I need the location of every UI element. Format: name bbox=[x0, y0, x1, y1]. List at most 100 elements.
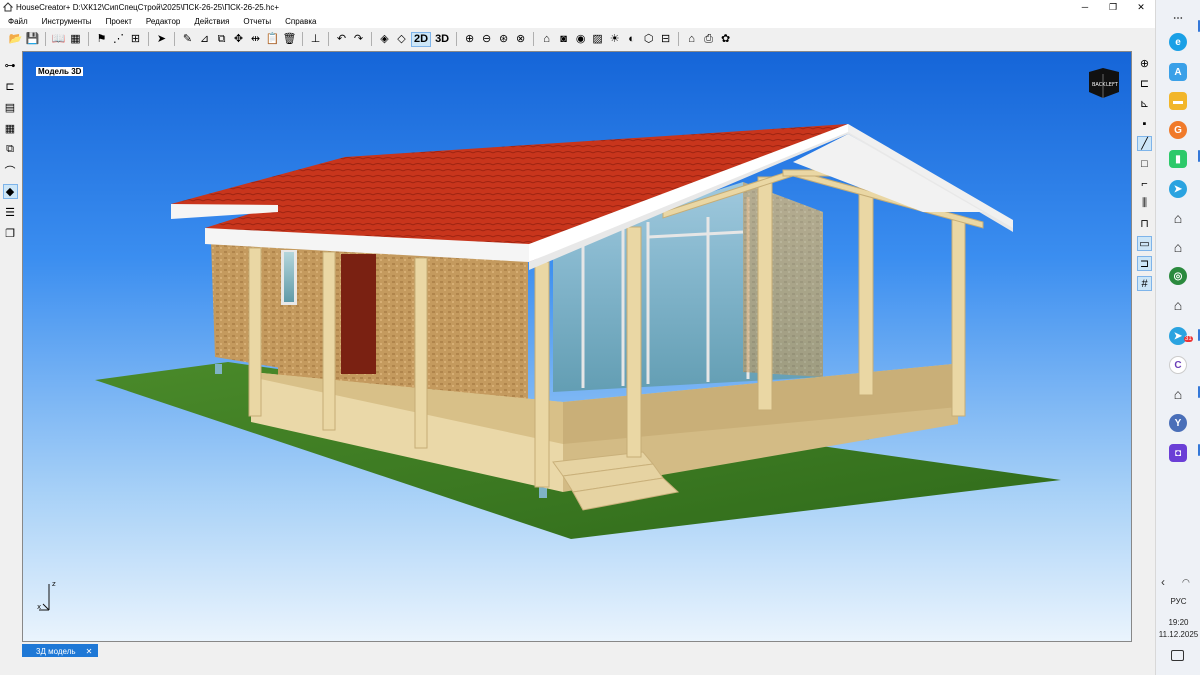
undo-icon[interactable]: ↶ bbox=[334, 32, 349, 47]
navigation-cube[interactable]: BACK LEFT bbox=[1087, 66, 1121, 102]
menu-tools[interactable]: Инструменты bbox=[42, 17, 92, 26]
zoom-in-icon[interactable]: ⊕ bbox=[462, 32, 477, 47]
flag-icon[interactable]: ⚑ bbox=[94, 32, 109, 47]
edge-browser-icon[interactable]: e bbox=[1169, 33, 1187, 51]
axis-x-label: x bbox=[37, 603, 41, 611]
open-folder-icon[interactable]: 📂 bbox=[8, 32, 23, 47]
sync-icon[interactable]: ◎ bbox=[1169, 267, 1187, 285]
roof-curve-icon[interactable]: ⌒ bbox=[3, 163, 18, 178]
menu-file[interactable]: Файл bbox=[8, 17, 28, 26]
step-icon[interactable]: ⌐ bbox=[1137, 176, 1152, 191]
line-icon[interactable]: ╱ bbox=[1137, 136, 1152, 151]
windows-stack-icon[interactable]: ❐ bbox=[3, 226, 18, 241]
save-icon[interactable]: 💾 bbox=[25, 32, 40, 47]
housecreator-taskbar-icon[interactable]: ⌂ bbox=[1169, 209, 1187, 227]
pointer-icon[interactable]: ➤ bbox=[154, 32, 169, 47]
wall-icon[interactable]: ▤ bbox=[3, 100, 18, 115]
pencil-icon[interactable]: ✎ bbox=[180, 32, 195, 47]
azure-icon[interactable]: A bbox=[1169, 63, 1187, 81]
menu-reports[interactable]: Отчеты bbox=[243, 17, 271, 26]
delete-icon[interactable]: 🗑 bbox=[282, 32, 297, 47]
corner-frame-icon[interactable]: ⊐ bbox=[1137, 256, 1152, 271]
pipes-icon[interactable]: ⊓ bbox=[1137, 216, 1152, 231]
ortho-icon[interactable]: ⊾ bbox=[1137, 96, 1152, 111]
clock-time[interactable]: 19:20 bbox=[1156, 618, 1200, 627]
maximize-button[interactable]: ❐ bbox=[1099, 0, 1127, 14]
mode-3d-button[interactable]: 3D bbox=[433, 32, 451, 47]
home-icon[interactable]: ⌂ bbox=[684, 32, 699, 47]
snap-icon[interactable]: ⊕ bbox=[1137, 56, 1152, 71]
point-icon[interactable]: ▪ bbox=[1137, 116, 1152, 131]
square-icon[interactable]: □ bbox=[1137, 156, 1152, 171]
app-window: HouseCreator+ D:\ХК12\СипСпецСтрой\2025\… bbox=[0, 0, 1155, 675]
language-indicator[interactable]: РУС bbox=[1156, 597, 1200, 606]
g-app-icon[interactable]: G bbox=[1169, 121, 1187, 139]
green-app-icon[interactable]: ▮ bbox=[1169, 150, 1187, 168]
cube-view-icon[interactable]: ◆ bbox=[2, 184, 18, 199]
copy-icon[interactable]: ⧉ bbox=[214, 32, 229, 47]
y-app-icon[interactable]: Y bbox=[1169, 414, 1187, 432]
housecreator-taskbar-icon-3[interactable]: ⌂ bbox=[1169, 296, 1187, 314]
paste-icon[interactable]: 📋 bbox=[265, 32, 280, 47]
plan-icon[interactable]: ⊏ bbox=[3, 79, 18, 94]
menu-project[interactable]: Проект bbox=[106, 17, 132, 26]
eye-icon[interactable]: ◉ bbox=[573, 32, 588, 47]
corner-icon[interactable]: ⊏ bbox=[1137, 76, 1152, 91]
contrast-icon[interactable]: ◐ bbox=[624, 32, 639, 47]
grid-icon[interactable]: ⊞ bbox=[128, 32, 143, 47]
axis-z-label: z bbox=[52, 580, 56, 588]
tab-close-icon[interactable]: ✕ bbox=[86, 647, 93, 656]
purple-app-icon[interactable]: ◘ bbox=[1169, 444, 1187, 462]
dimension-icon[interactable]: ⊥ bbox=[308, 32, 323, 47]
image-icon[interactable]: ▨ bbox=[590, 32, 605, 47]
housecreator-taskbar-icon-active[interactable]: ⌂ bbox=[1169, 385, 1187, 403]
cube-icon[interactable]: ⬡ bbox=[641, 32, 656, 47]
menu-bar: Файл Инструменты Проект Редактор Действи… bbox=[0, 14, 1155, 28]
c-app-icon[interactable]: C bbox=[1169, 356, 1187, 374]
window-title: HouseCreator+ D:\ХК12\СипСпецСтрой\2025\… bbox=[16, 2, 279, 12]
view-cube-icon[interactable]: BACK LEFT bbox=[1087, 66, 1121, 100]
arrow-right-circle-icon[interactable]: ⊛ bbox=[496, 32, 511, 47]
tab-3d-model[interactable]: 3Д модель ✕ bbox=[22, 644, 99, 657]
telegram-icon[interactable]: ➤ bbox=[1169, 180, 1187, 198]
housecreator-taskbar-icon-2[interactable]: ⌂ bbox=[1169, 238, 1187, 256]
layers-icon[interactable]: ◈ bbox=[377, 32, 392, 47]
print-icon[interactable]: ⎙ bbox=[701, 32, 716, 47]
tree-icon[interactable]: ⊶ bbox=[3, 58, 18, 73]
house-settings-icon[interactable]: ⌂ bbox=[539, 32, 554, 47]
list-icon[interactable]: ☰ bbox=[3, 205, 18, 220]
folder-icon[interactable]: ▬ bbox=[1169, 92, 1187, 110]
hash-grid-icon[interactable]: # bbox=[1137, 276, 1152, 291]
redo-icon[interactable]: ↷ bbox=[351, 32, 366, 47]
notification-icon[interactable] bbox=[1171, 650, 1184, 661]
dashed-line-icon[interactable]: ⋰ bbox=[111, 32, 126, 47]
columns-icon[interactable]: ⫼ bbox=[1137, 196, 1152, 211]
more-icon[interactable]: ⋯ bbox=[1169, 9, 1187, 27]
mirror-icon[interactable]: ⇹ bbox=[248, 32, 263, 47]
right-toolbar: ⊕ ⊏ ⊾ ▪ ╱ □ ⌐ ⫼ ⊓ ▭ ⊐ # bbox=[1134, 52, 1155, 652]
minimize-button[interactable]: ─ bbox=[1071, 0, 1099, 14]
menu-actions[interactable]: Действия bbox=[194, 17, 229, 26]
window-grid-icon[interactable]: ⊟ bbox=[658, 32, 673, 47]
frame-icon[interactable]: ▭ bbox=[1137, 236, 1152, 251]
viewport-3d[interactable]: Модель 3D BACK LEFT z x bbox=[22, 51, 1132, 642]
mode-2d-button[interactable]: 2D bbox=[411, 31, 432, 47]
arrow-left-circle-icon[interactable]: ⊖ bbox=[479, 32, 494, 47]
clock-date[interactable]: 11.12.2025 bbox=[1156, 630, 1200, 639]
menu-editor[interactable]: Редактор bbox=[146, 17, 180, 26]
layers-outline-icon[interactable]: ◇ bbox=[394, 32, 409, 47]
book-icon[interactable]: 📖 bbox=[51, 32, 66, 47]
measure-icon[interactable]: ⊿ bbox=[197, 32, 212, 47]
wifi-icon[interactable]: ◠ bbox=[1182, 577, 1190, 588]
sun-icon[interactable]: ☀ bbox=[607, 32, 622, 47]
move-icon[interactable]: ✥ bbox=[231, 32, 246, 47]
menu-help[interactable]: Справка bbox=[285, 17, 316, 26]
palette-icon[interactable]: ✿ bbox=[718, 32, 733, 47]
calculator-icon[interactable]: ▦ bbox=[68, 32, 83, 47]
chevron-left-icon[interactable]: ‹ bbox=[1161, 575, 1165, 589]
camera-icon[interactable]: ◙ bbox=[556, 32, 571, 47]
close-window-button[interactable]: ✕ bbox=[1127, 0, 1155, 14]
brick-icon[interactable]: ▦ bbox=[3, 121, 18, 136]
stack-icon[interactable]: ⧉ bbox=[3, 142, 18, 157]
close-circle-icon[interactable]: ⊗ bbox=[513, 32, 528, 47]
